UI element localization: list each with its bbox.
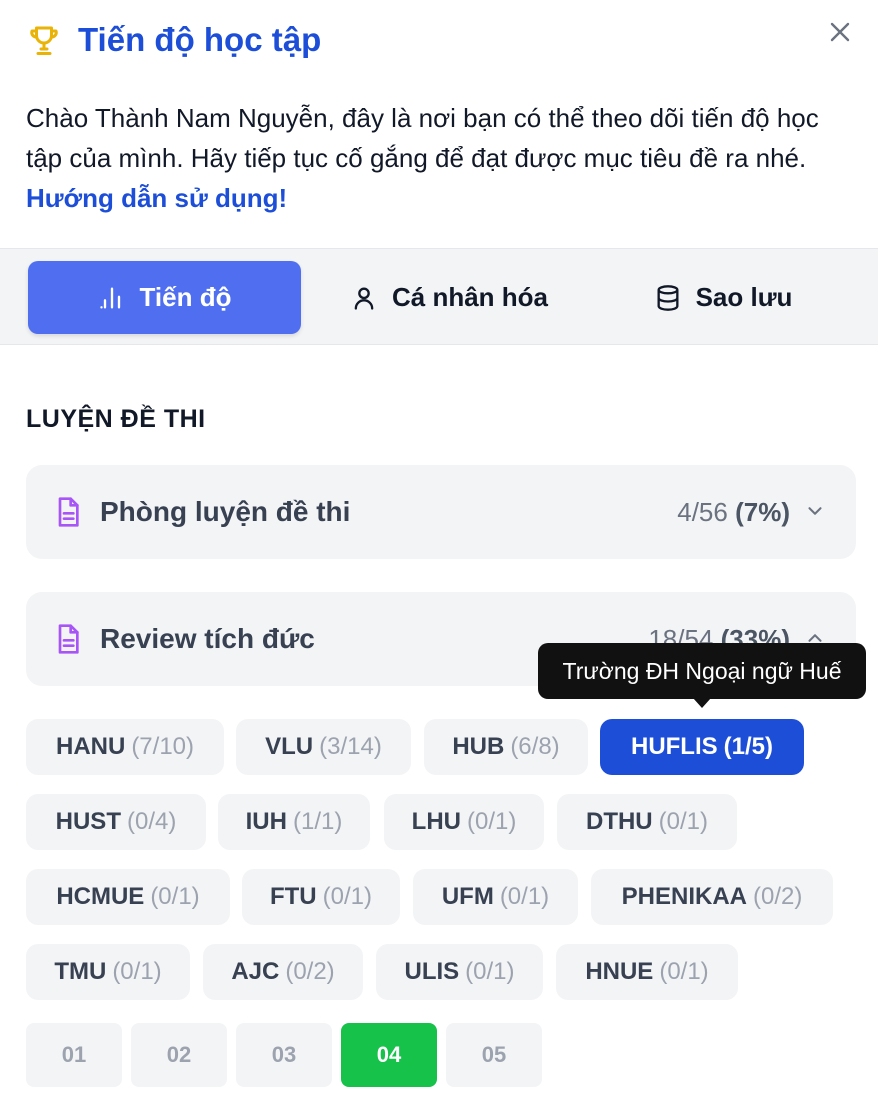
exam-number-03[interactable]: 03: [236, 1023, 332, 1087]
user-icon: [354, 287, 374, 310]
page-title: Tiến độ học tập: [78, 21, 322, 58]
school-tooltip: Trường ĐH Ngoại ngữ Huế: [538, 643, 866, 708]
chip-count: (0/1): [322, 883, 372, 910]
chip-name: HCMUE: [56, 883, 145, 910]
school-chip-iuh[interactable]: IUH (1/1): [218, 794, 370, 850]
document-icon: [58, 497, 79, 527]
trophy-icon: [30, 26, 58, 55]
tab-backup-label: Sao lưu: [695, 282, 793, 312]
chip-count: (0/1): [658, 808, 708, 835]
chip-name: ULIS: [404, 958, 460, 985]
chip-name: IUH: [245, 808, 287, 835]
intro-body: Chào Thành Nam Nguyễn, đây là nơi bạn có…: [26, 103, 819, 173]
card-count-value: 4/56: [677, 497, 728, 527]
school-chip-hust[interactable]: HUST (0/4): [26, 794, 206, 850]
chip-name: LHU: [411, 808, 461, 835]
card-label: Phòng luyện đề thi: [100, 496, 351, 527]
help-link[interactable]: Hướng dẫn sử dụng!: [26, 183, 287, 213]
school-chip-vlu[interactable]: VLU (3/14): [236, 719, 411, 775]
chip-name: DTHU: [585, 808, 653, 835]
card-label: Review tích đức: [100, 623, 315, 654]
close-icon[interactable]: [824, 16, 856, 48]
document-icon: [58, 624, 79, 654]
chip-name: FTU: [269, 883, 317, 910]
school-chip-hnue[interactable]: HNUE (0/1): [556, 944, 738, 1000]
chip-name: VLU: [265, 733, 314, 760]
chevron-down-icon[interactable]: [804, 500, 826, 522]
chip-count: (0/1): [150, 883, 200, 910]
exam-number-05[interactable]: 05: [446, 1023, 542, 1087]
chip-name: HUST: [55, 808, 121, 835]
chip-name: UFM: [441, 883, 494, 910]
exam-room-card[interactable]: Phòng luyện đề thi 4/56 (7%): [26, 465, 856, 559]
tab-backup[interactable]: Sao lưu: [600, 261, 846, 334]
chip-count: (0/1): [465, 958, 515, 985]
school-chip-hcmue[interactable]: HCMUE (0/1): [26, 869, 230, 925]
school-chip-ufm[interactable]: UFM (0/1): [413, 869, 578, 925]
school-chip-dthu[interactable]: DTHU (0/1): [557, 794, 737, 850]
tab-progress-label: Tiến độ: [139, 282, 232, 312]
tab-personalize-label: Cá nhân hóa: [391, 282, 548, 312]
tooltip-text: Trường ĐH Ngoại ngữ Huế: [562, 657, 842, 684]
tooltip-arrow: [693, 698, 711, 708]
database-icon: [657, 284, 679, 311]
school-chip-huflis[interactable]: HUFLIS (1/5): [600, 719, 804, 775]
exam-number-04[interactable]: 04: [341, 1023, 437, 1087]
exam-number-01[interactable]: 01: [26, 1023, 122, 1087]
school-chip-ajc[interactable]: AJC (0/2): [203, 944, 363, 1000]
school-chip-ulis[interactable]: ULIS (0/1): [376, 944, 543, 1000]
card-count-percent: (7%): [735, 497, 790, 527]
chip-count: (1/5): [723, 733, 774, 760]
chip-count: (3/14): [319, 733, 382, 760]
chip-count: (6/8): [510, 733, 560, 760]
school-chip-hanu[interactable]: HANU (7/10): [26, 719, 224, 775]
chip-name: HNUE: [585, 958, 654, 985]
school-chip-ftu[interactable]: FTU (0/1): [242, 869, 400, 925]
chip-count: (0/1): [466, 808, 517, 835]
chip-count: (7/10): [131, 733, 195, 760]
chip-name: AJC: [231, 958, 280, 985]
panel-header: Tiến độ học tập: [0, 0, 878, 80]
chip-name: HUB: [452, 733, 505, 760]
bar-chart-icon: [99, 287, 120, 308]
chip-name: TMU: [54, 958, 107, 985]
tab-progress[interactable]: Tiến độ: [28, 261, 301, 334]
exam-number-02[interactable]: 02: [131, 1023, 227, 1087]
school-chip-lhu[interactable]: LHU (0/1): [384, 794, 544, 850]
tab-bar: Tiến độ Cá nhân hóa Sao lưu: [0, 248, 878, 345]
chip-count: (0/1): [112, 958, 162, 985]
chip-name: HUFLIS: [630, 733, 718, 760]
chip-count: (0/1): [499, 883, 550, 910]
intro-text: Chào Thành Nam Nguyễn, đây là nơi bạn có…: [26, 98, 856, 218]
card-count: 4/56 (7%): [677, 493, 790, 531]
chip-count: (0/2): [752, 883, 803, 910]
school-chip-tmu[interactable]: TMU (0/1): [26, 944, 190, 1000]
school-chip-hub[interactable]: HUB (6/8): [424, 719, 588, 775]
chip-count: (0/4): [126, 808, 177, 835]
chip-name: PHENIKAA: [621, 883, 747, 910]
chip-name: HANU: [55, 733, 126, 760]
section-title: LUYỆN ĐỀ THI: [26, 405, 206, 433]
school-chip-phenikaa[interactable]: PHENIKAA (0/2): [591, 869, 833, 925]
tab-personalize[interactable]: Cá nhân hóa: [326, 261, 572, 334]
chip-count: (0/1): [659, 958, 709, 985]
chip-count: (1/1): [292, 808, 343, 835]
chip-count: (0/2): [285, 958, 335, 985]
